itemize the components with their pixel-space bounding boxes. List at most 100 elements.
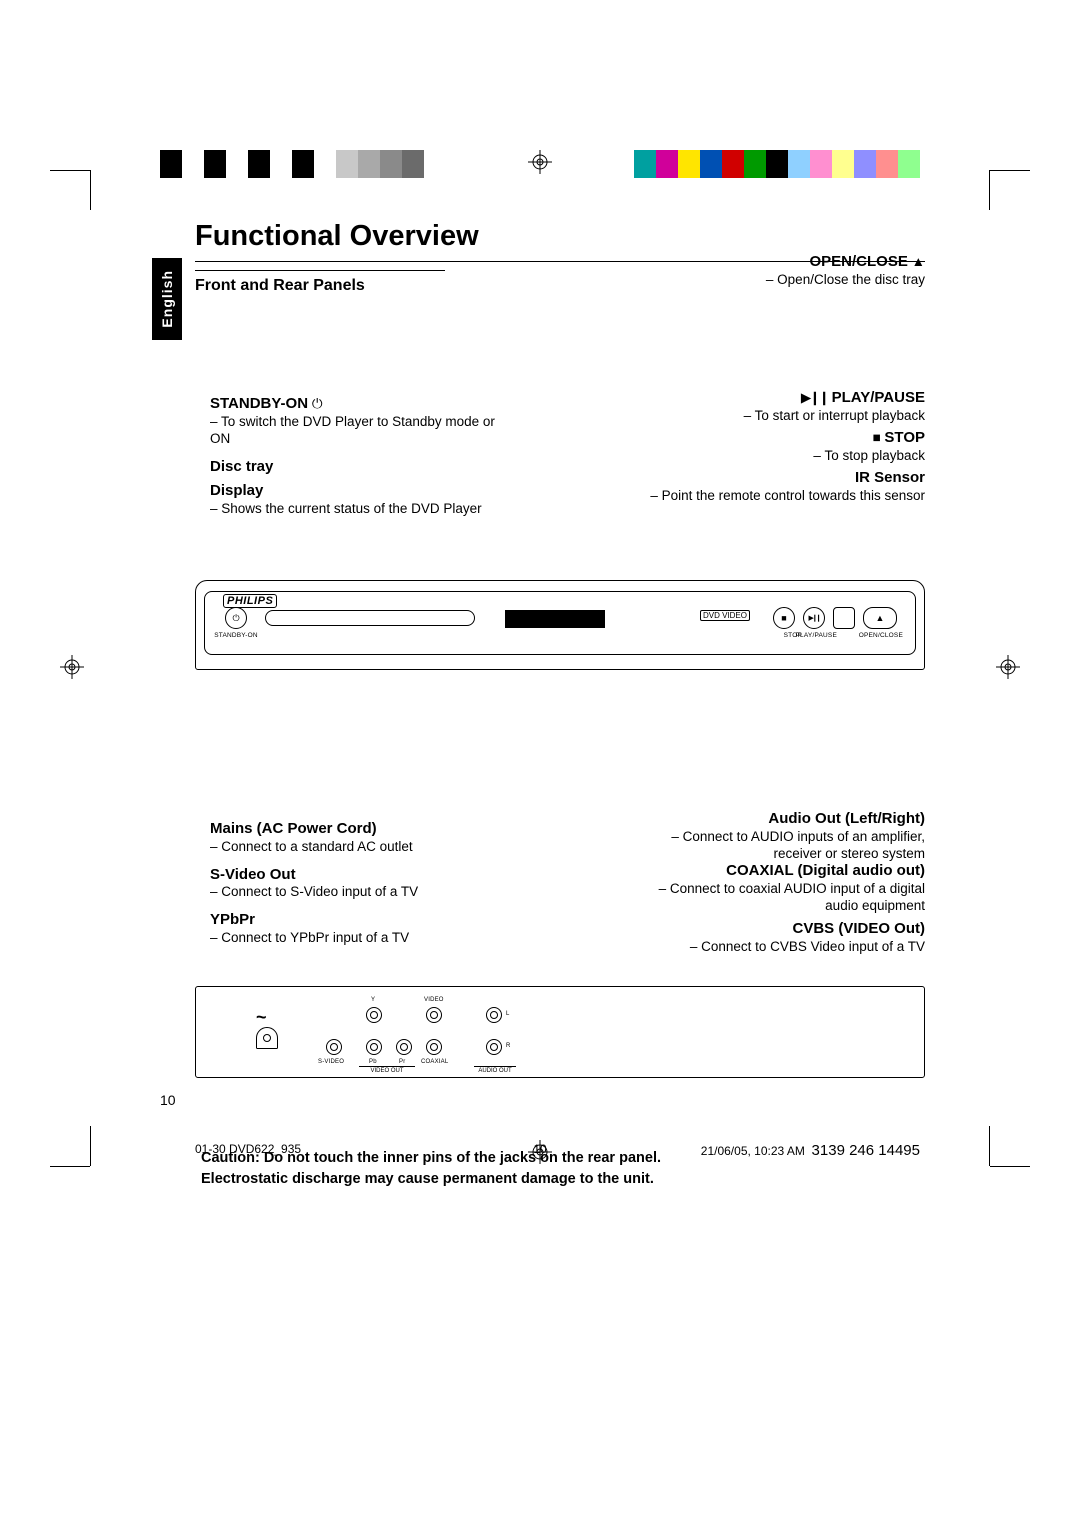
swatch xyxy=(160,150,182,178)
swatch xyxy=(678,150,700,178)
swatch xyxy=(424,150,446,178)
swatch xyxy=(744,150,766,178)
stop-icon xyxy=(873,430,881,445)
swatch xyxy=(402,150,424,178)
imprint-date: 21/06/05, 10:23 AM xyxy=(701,1144,805,1158)
mains-desc: Connect to a standard AC outlet xyxy=(221,839,412,854)
ir-sensor-label: IR Sensor xyxy=(855,469,925,486)
swatch xyxy=(634,150,656,178)
brand-logo: PHILIPS xyxy=(223,594,277,608)
swatch xyxy=(656,150,678,178)
page-body: Functional Overview Front and Rear Panel… xyxy=(195,220,925,1190)
swatch xyxy=(788,150,810,178)
ir-sensor-window xyxy=(833,607,855,629)
registration-mark-icon xyxy=(60,655,84,684)
crop-mark xyxy=(90,1126,91,1166)
front-panel-diagram: PHILIPS STANDBY-ON DVD VIDEO STOP PLAY/P… xyxy=(195,580,925,670)
cvbs-label: CVBS (VIDEO Out) xyxy=(792,920,925,937)
swatch xyxy=(722,150,744,178)
language-tab: English xyxy=(152,258,182,340)
swatch xyxy=(766,150,788,178)
videoout-group-label: VIDEO OUT xyxy=(359,1066,415,1074)
open-close-button-label: OPEN/CLOSE xyxy=(859,632,903,639)
stop-button-icon xyxy=(773,607,795,629)
disc-tray-slot xyxy=(265,610,475,626)
open-close-button-icon xyxy=(863,607,897,629)
y-jack xyxy=(366,1007,382,1023)
display-label: Display xyxy=(210,482,263,499)
swatch xyxy=(270,150,292,178)
cvbs-desc: Connect to CVBS Video input of a TV xyxy=(701,939,925,954)
crop-mark xyxy=(90,170,91,210)
pb-jack-label: Pb xyxy=(369,1059,377,1065)
audio-r-jack xyxy=(486,1039,502,1055)
section-title: Front and Rear Panels xyxy=(195,273,365,295)
coaxial-jack xyxy=(426,1039,442,1055)
audioout-group-label: AUDIO OUT xyxy=(474,1066,516,1074)
audio-l-label: L xyxy=(506,1011,510,1017)
registration-top xyxy=(0,150,1080,178)
pr-jack-label: Pr xyxy=(399,1059,405,1065)
swatch xyxy=(182,150,204,178)
open-close-desc: Open/Close the disc tray xyxy=(777,272,925,287)
coaxial-desc: Connect to coaxial AUDIO input of a digi… xyxy=(670,881,925,913)
swatch xyxy=(226,150,248,178)
play-pause-desc: To start or interrupt playback xyxy=(755,408,925,423)
pr-jack xyxy=(396,1039,412,1055)
crop-mark xyxy=(989,1126,990,1166)
display-panel xyxy=(505,610,605,628)
power-icon xyxy=(312,396,323,411)
coaxial-jack-label: COAXIAL xyxy=(421,1059,448,1065)
swatch xyxy=(204,150,226,178)
ypbpr-desc: Connect to YPbPr input of a TV xyxy=(221,930,409,945)
play-pause-label: PLAY/PAUSE xyxy=(832,389,925,406)
swatch xyxy=(832,150,854,178)
pb-jack xyxy=(366,1039,382,1055)
swatch xyxy=(380,150,402,178)
swatch xyxy=(314,150,336,178)
imprint-right: 21/06/05, 10:23 AM 3139 246 14495 xyxy=(701,1142,920,1159)
swatch xyxy=(876,150,898,178)
front-panel-callouts: STANDBY-ON – To switch the DVD Player to… xyxy=(195,395,925,560)
play-pause-icon xyxy=(801,390,828,405)
audio-r-label: R xyxy=(506,1043,511,1049)
imprint-left: 01-30 DVD622_935 xyxy=(195,1142,301,1156)
registration-mark-icon xyxy=(996,655,1020,684)
rear-panel-callouts: Mains (AC Power Cord) – Connect to a sta… xyxy=(195,820,925,970)
stop-desc: To stop playback xyxy=(824,448,925,463)
swatch xyxy=(810,150,832,178)
disc-tray-label: Disc tray xyxy=(210,458,273,475)
svideo-jack-label: S-VIDEO xyxy=(318,1059,344,1065)
play-pause-button-icon xyxy=(803,607,825,629)
registration-mark-icon xyxy=(528,1140,552,1167)
svideo-jack xyxy=(326,1039,342,1055)
stop-label: STOP xyxy=(884,429,925,446)
ac-symbol: ~ xyxy=(256,1007,267,1028)
standby-button-icon xyxy=(225,607,247,629)
standby-on-label: STANDBY-ON xyxy=(210,395,308,412)
ypbpr-label: YPbPr xyxy=(210,911,255,928)
video-jack xyxy=(426,1007,442,1023)
color-patches-process xyxy=(634,150,920,178)
dvd-video-logo: DVD VIDEO xyxy=(700,610,750,621)
eject-icon xyxy=(912,254,925,269)
coaxial-label: COAXIAL (Digital audio out) xyxy=(726,862,925,879)
color-patches-grayscale xyxy=(160,150,446,178)
ir-sensor-desc: Point the remote control towards this se… xyxy=(662,488,925,503)
crop-mark xyxy=(50,170,90,171)
swatch xyxy=(898,150,920,178)
swatch xyxy=(292,150,314,178)
print-footer: 01-30 DVD622_935 10 21/06/05, 10:23 AM 3… xyxy=(0,1142,1080,1192)
swatch xyxy=(248,150,270,178)
mains-jack xyxy=(256,1027,278,1049)
swatch xyxy=(700,150,722,178)
standby-button-label: STANDBY-ON xyxy=(214,632,258,639)
page-number: 10 xyxy=(160,1092,176,1108)
y-jack-label: Y xyxy=(371,997,375,1003)
crop-mark xyxy=(990,170,1030,171)
crop-mark xyxy=(990,1166,1030,1167)
standby-on-desc: To switch the DVD Player to Standby mode… xyxy=(210,414,495,446)
svideo-desc: Connect to S-Video input of a TV xyxy=(221,884,418,899)
mains-label: Mains (AC Power Cord) xyxy=(210,820,377,837)
svideo-label: S-Video Out xyxy=(210,866,296,883)
